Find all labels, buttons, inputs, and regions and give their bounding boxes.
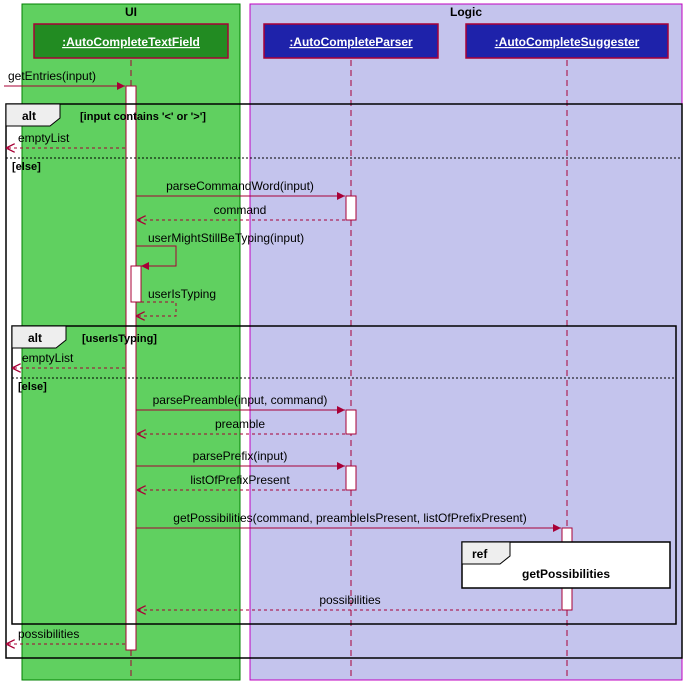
fragment-alt-1-label: alt xyxy=(22,109,36,123)
package-logic-title: Logic xyxy=(450,5,482,19)
msg-possibilities-out-label: possibilities xyxy=(18,627,79,641)
activation-parser-2 xyxy=(346,410,356,434)
msg-user-is-typing-return-label: userIsTyping xyxy=(148,287,216,301)
msg-parse-prefix-label: parsePrefix(input) xyxy=(193,449,288,463)
msg-parse-preamble-label: parsePreamble(input, command) xyxy=(153,393,328,407)
msg-parse-command-word-label: parseCommandWord(input) xyxy=(166,179,314,193)
participants-suggester-label: :AutoCompleteSuggester xyxy=(495,35,640,49)
activation-parser-1 xyxy=(346,196,356,220)
fragment-ref-title: getPossibilities xyxy=(522,567,610,581)
msg-command-return-label: command xyxy=(214,203,267,217)
participant-field-label: :AutoCompleteTextField xyxy=(62,35,200,49)
participant-suggester: :AutoCompleteSuggester xyxy=(466,24,668,58)
package-ui-title: UI xyxy=(125,5,137,19)
activation-field-self xyxy=(131,266,141,302)
msg-user-might-typing-label: userMightStillBeTyping(input) xyxy=(148,231,304,245)
msg-empty-list-2-label: emptyList xyxy=(22,351,74,365)
msg-list-of-prefix-return-label: listOfPrefixPresent xyxy=(190,473,290,487)
msg-get-possibilities-label: getPossibilities(command, preambleIsPres… xyxy=(173,511,526,525)
fragment-alt-1-else: [else] xyxy=(12,161,41,173)
sequence-diagram: UI Logic :AutoCompleteTextField :AutoCom… xyxy=(0,0,688,685)
fragment-alt-2-label: alt xyxy=(28,331,42,345)
participant-parser-label: :AutoCompleteParser xyxy=(289,35,413,49)
msg-preamble-return-label: preamble xyxy=(215,417,265,431)
fragment-alt-2-guard: [userIsTyping] xyxy=(82,333,157,345)
activation-field-main xyxy=(126,86,136,650)
fragment-alt-1-guard: [input contains '<' or '>'] xyxy=(80,111,206,123)
msg-possibilities-back-label: possibilities xyxy=(319,593,380,607)
activation-parser-3 xyxy=(346,466,356,490)
participant-parser: :AutoCompleteParser xyxy=(264,24,438,58)
participant-field: :AutoCompleteTextField xyxy=(34,24,228,58)
msg-empty-list-1-label: emptyList xyxy=(18,131,70,145)
fragment-alt-2-else: [else] xyxy=(18,381,47,393)
msg-get-entries-label: getEntries(input) xyxy=(8,69,96,83)
fragment-ref-label: ref xyxy=(472,547,488,561)
fragment-ref: ref getPossibilities xyxy=(462,542,670,588)
